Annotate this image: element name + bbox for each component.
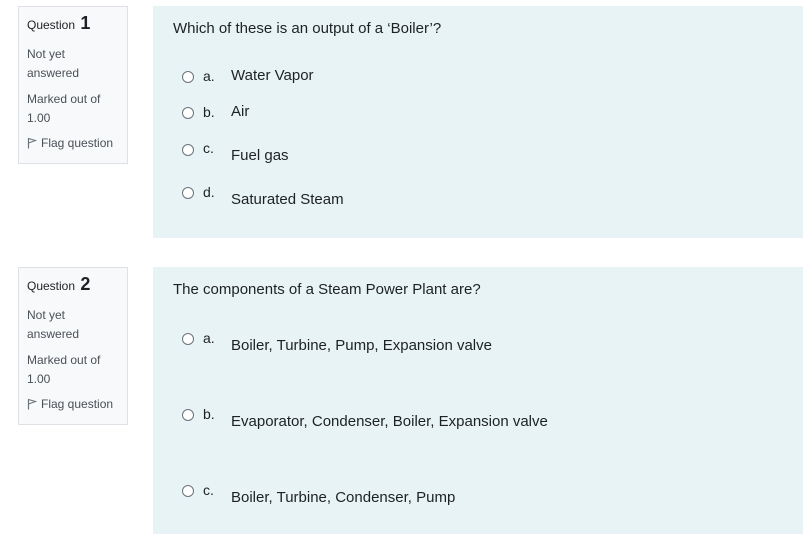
question-2-content: The components of a Steam Power Plant ar… — [153, 267, 803, 534]
option-b-letter: b. — [203, 406, 215, 422]
option-c-text[interactable]: Fuel gas — [231, 147, 289, 164]
flag-question-link[interactable]: Flag question — [27, 135, 127, 151]
option-a-radio[interactable] — [182, 333, 194, 345]
option-c-radio[interactable] — [182, 144, 194, 156]
question-state: Not yet answered — [27, 308, 80, 341]
question-1-info: Question 1 Not yet answered Marked out o… — [18, 6, 128, 164]
option-d-letter: d. — [203, 184, 215, 200]
question-state: Not yet answered — [27, 47, 80, 80]
question-text: The components of a Steam Power Plant ar… — [173, 281, 481, 298]
question-1-number-line: Question 1 — [27, 13, 127, 33]
question-grade: Marked out of 1.00 — [27, 92, 101, 125]
option-d-radio[interactable] — [182, 187, 194, 199]
option-c-text[interactable]: Boiler, Turbine, Condenser, Pump — [231, 489, 455, 506]
flag-icon — [27, 398, 37, 410]
flag-question-label: Flag question — [41, 397, 114, 411]
option-c-radio[interactable] — [182, 485, 194, 497]
question-1-content: Which of these is an output of a ‘Boiler… — [153, 6, 803, 238]
option-a-letter: a. — [203, 68, 215, 84]
question-label: Question — [27, 18, 76, 32]
question-grade: Marked out of 1.00 — [27, 353, 101, 386]
option-b-text[interactable]: Evaporator, Condenser, Boiler, Expansion… — [231, 413, 548, 430]
question-2-info: Question 2 Not yet answered Marked out o… — [18, 267, 128, 425]
option-a-text[interactable]: Boiler, Turbine, Pump, Expansion valve — [231, 337, 492, 354]
flag-question-link[interactable]: Flag question — [27, 396, 127, 412]
flag-icon — [27, 137, 37, 149]
option-a-text[interactable]: Water Vapor — [231, 67, 314, 84]
option-b-radio[interactable] — [182, 409, 194, 421]
option-b-text[interactable]: Air — [231, 103, 249, 120]
option-b-letter: b. — [203, 104, 215, 120]
question-text: Which of these is an output of a ‘Boiler… — [173, 20, 442, 37]
option-a-letter: a. — [203, 330, 215, 346]
option-c-letter: c. — [203, 482, 214, 498]
question-label: Question — [27, 279, 76, 293]
option-c-letter: c. — [203, 140, 214, 156]
option-b-radio[interactable] — [182, 107, 194, 119]
question-number: 2 — [80, 274, 91, 294]
option-d-text[interactable]: Saturated Steam — [231, 191, 344, 208]
flag-question-label: Flag question — [41, 136, 114, 150]
option-a-radio[interactable] — [182, 71, 194, 83]
question-number: 1 — [80, 13, 91, 33]
question-2-number-line: Question 2 — [27, 274, 127, 294]
